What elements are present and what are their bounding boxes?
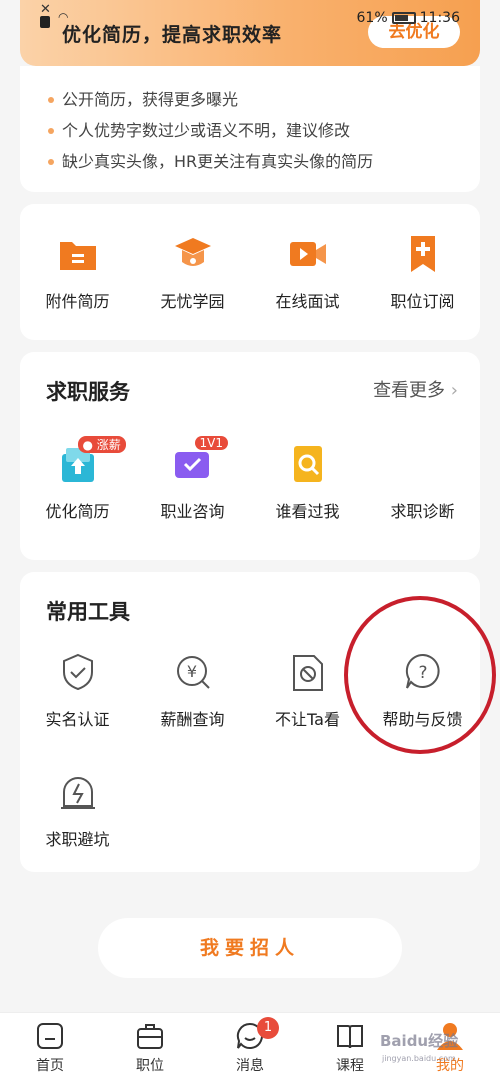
question-icon: ? (403, 652, 443, 692)
status-bar-right: 61% 11:36 (357, 10, 460, 26)
tool-avoid-pitfalls[interactable]: 求职避坑 (20, 772, 135, 850)
tools-title: 常用工具 (46, 600, 130, 624)
clock: 11:36 (419, 10, 460, 26)
home-icon (35, 1021, 65, 1051)
folder-icon (58, 234, 98, 274)
service-job-diagnosis[interactable]: 求职诊断 (365, 444, 480, 522)
quick-attachment-resume[interactable]: 附件简历 (20, 234, 135, 312)
tab-messages[interactable]: 1 消息 (200, 1013, 300, 1084)
shield-check-icon (58, 652, 98, 692)
battery-icon (391, 12, 416, 24)
tool-real-name[interactable]: 实名认证 (20, 652, 135, 730)
graduation-cap-icon (173, 234, 213, 274)
quick-school[interactable]: 无忧学园 (135, 234, 250, 312)
tip-item: 缺少真实头像，HR更关注有真实头像的简历 (20, 146, 480, 177)
watermark-url: jingyan.baidu.com (382, 1054, 456, 1063)
battery-percent: 61% (356, 10, 388, 26)
view-more-link[interactable]: 查看更多 › (373, 376, 458, 402)
tab-jobs[interactable]: 职位 (100, 1013, 200, 1084)
doc-search-icon (288, 444, 328, 484)
tip-item: 个人优势字数过少或语义不明，建议修改 (20, 115, 480, 146)
raise-badge: ● 涨薪 (77, 436, 126, 453)
unread-badge: 1 (257, 1017, 279, 1039)
watermark-logo: Baidu经验 (380, 1032, 459, 1050)
quick-job-subscribe[interactable]: 职位订阅 (365, 234, 480, 312)
quick-online-interview[interactable]: 在线面试 (250, 234, 365, 312)
wifi-icon: ◠ (58, 10, 69, 24)
briefcase-icon (135, 1021, 165, 1051)
lock-icon (40, 16, 50, 28)
tab-home[interactable]: 首页 (0, 1013, 100, 1084)
services-title: 求职服务 (46, 380, 130, 404)
service-career-consult[interactable]: 1V1 职业咨询 (135, 436, 250, 522)
alert-lamp-icon (58, 772, 98, 812)
block-icon (288, 652, 328, 692)
chat-check-icon: 1V1 (173, 436, 228, 484)
yen-search-icon: ¥ (173, 652, 213, 692)
book-icon (335, 1021, 365, 1051)
close-icon: ✕ (40, 2, 51, 17)
upload-resume-icon: ● 涨薪 (58, 436, 126, 484)
recruit-button[interactable]: 我要招人 (98, 918, 402, 978)
svg-text:¥: ¥ (186, 662, 196, 681)
common-tools-card: 常用工具 实名认证 ¥ 薪酬查询 不让Ta看 ? 帮助与反馈 求职避坑 (20, 572, 480, 872)
video-icon (288, 234, 328, 274)
one-on-one-badge: 1V1 (194, 436, 228, 450)
quick-entries-card: 附件简历 无忧学园 在线面试 职位订阅 (20, 204, 480, 340)
tool-salary-query[interactable]: ¥ 薪酬查询 (135, 652, 250, 730)
tool-block-viewer[interactable]: 不让Ta看 (250, 652, 365, 730)
tool-help-feedback[interactable]: ? 帮助与反馈 (365, 652, 480, 730)
service-optimize-resume[interactable]: ● 涨薪 优化简历 (20, 436, 135, 522)
bookmark-add-icon (403, 234, 443, 274)
service-who-viewed[interactable]: 谁看过我 (250, 444, 365, 522)
job-services-card: 求职服务 查看更多 › ● 涨薪 优化简历 1V1 职业咨询 谁看过我 求职诊断 (20, 352, 480, 560)
tip-item: 公开简历，获得更多曝光 (20, 84, 480, 115)
banner-title: 优化简历，提高求职效率 (62, 24, 283, 46)
resume-tips-card: 公开简历，获得更多曝光 个人优势字数过少或语义不明，建议修改 缺少真实头像，HR… (20, 66, 480, 192)
chevron-right-icon: › (450, 380, 458, 401)
svg-text:?: ? (418, 663, 427, 683)
